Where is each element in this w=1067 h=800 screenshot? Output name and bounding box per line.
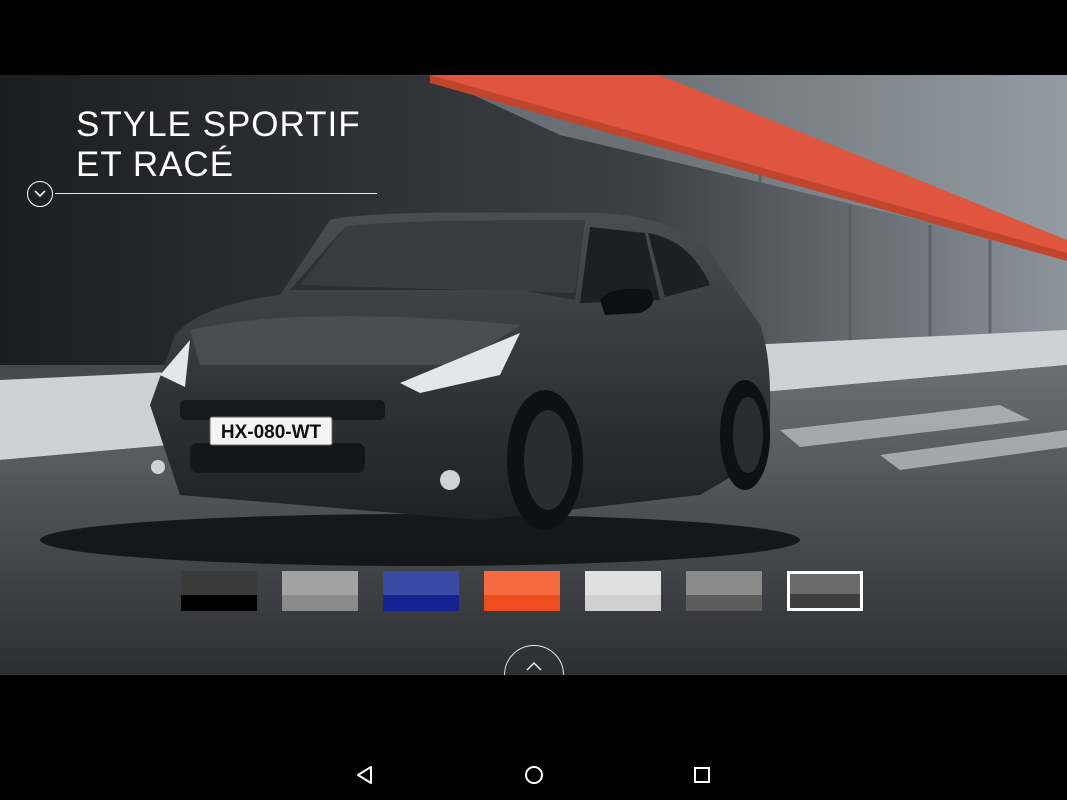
color-swatch-white[interactable] [585, 571, 661, 611]
color-swatch-dark-grey[interactable] [787, 571, 863, 611]
system-navigation-bar [0, 675, 1067, 800]
color-swatch-blue[interactable] [383, 571, 459, 611]
home-circle-icon[interactable] [522, 763, 546, 787]
color-swatch-silver[interactable] [282, 571, 358, 611]
headline-line-2: ET RACÉ [76, 145, 235, 184]
back-triangle-icon[interactable] [353, 763, 377, 787]
recents-square-icon[interactable] [690, 763, 714, 787]
status-bar [0, 0, 1067, 75]
color-swatch-grey[interactable] [686, 571, 762, 611]
headline-line-1: STYLE SPORTIF [76, 105, 361, 144]
page-title: STYLE SPORTIF ET RACÉ [76, 105, 361, 185]
color-swatch-black[interactable] [181, 571, 257, 611]
chevron-up-icon [526, 662, 542, 671]
license-plate-text: HX-080-WT [221, 422, 322, 443]
expand-description-button[interactable] [27, 181, 53, 207]
hero-banner: HX-080-WT STYLE SPORTIF ET RACÉ [0, 75, 1067, 675]
headline-divider [55, 193, 377, 194]
color-swatch-orange[interactable] [484, 571, 560, 611]
chevron-down-icon [34, 190, 46, 198]
color-swatch-picker [181, 571, 865, 611]
